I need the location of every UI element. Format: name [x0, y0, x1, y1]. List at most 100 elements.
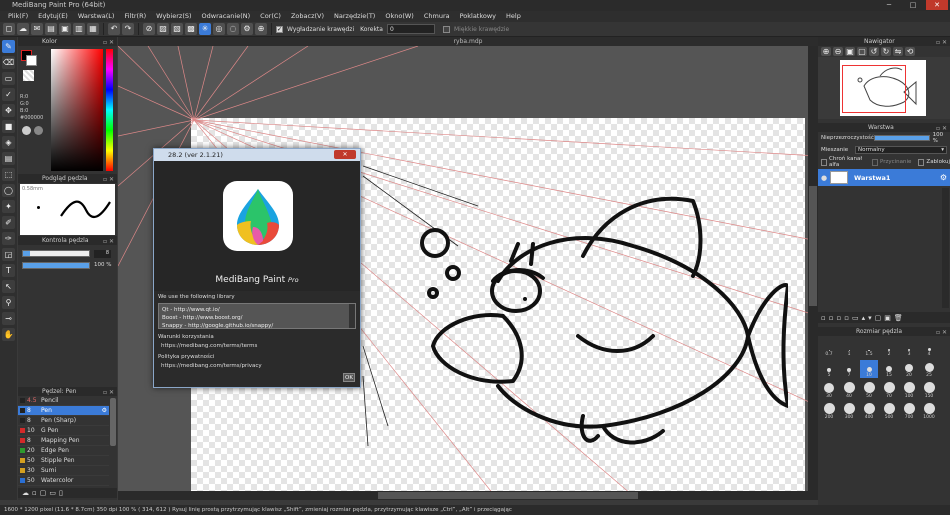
- brush-size-option[interactable]: 15: [880, 360, 898, 378]
- brush-size-option[interactable]: 25: [920, 360, 938, 378]
- fit-icon[interactable]: ▣: [845, 47, 855, 56]
- menu-select[interactable]: Wybierz(S): [151, 11, 196, 22]
- menu-edit[interactable]: Edytuj(E): [33, 11, 73, 22]
- open-icon[interactable]: ▤: [45, 23, 57, 35]
- snap-settings-icon[interactable]: ⚙: [241, 23, 253, 35]
- brush-size-option[interactable]: 300: [840, 402, 858, 420]
- color-swatch-bg[interactable]: [26, 55, 37, 66]
- brush-size-option[interactable]: 500: [880, 402, 898, 420]
- actual-size-icon[interactable]: ▢: [857, 47, 867, 56]
- menu-view[interactable]: Zobacz(V): [286, 11, 329, 22]
- canvas-tab[interactable]: ryba.mdp: [118, 37, 818, 46]
- merge-layer-icon[interactable]: ▣: [884, 314, 891, 322]
- brush-item[interactable]: 8 Pen (Sharp): [18, 416, 109, 426]
- layer-down-icon[interactable]: ▾: [868, 314, 872, 322]
- eye-icon[interactable]: ●: [818, 174, 830, 182]
- new-layer-icon[interactable]: ▫: [821, 314, 826, 322]
- menu-color[interactable]: Cor(C): [255, 11, 286, 22]
- snap-parallel-icon[interactable]: ▧: [171, 23, 183, 35]
- gradient-tool-icon[interactable]: ▤: [2, 152, 15, 165]
- rotate-right-icon[interactable]: ↻: [881, 47, 891, 56]
- brush-size-option[interactable]: 700: [900, 402, 918, 420]
- brush-add-icon[interactable]: ▫: [32, 489, 37, 497]
- privacy-link[interactable]: https://medibang.com/terms/privacy: [161, 363, 356, 369]
- dot-tool-icon[interactable]: ✓: [2, 88, 15, 101]
- brush-item[interactable]: 10 G Pen: [18, 426, 109, 436]
- panel-options-icon[interactable]: ▫ ✕: [936, 38, 947, 47]
- antialias-checkbox[interactable]: ✓: [276, 25, 283, 33]
- brush-item[interactable]: 20 Edge Pen: [18, 446, 109, 456]
- brush-size-option[interactable]: 4: [920, 339, 938, 357]
- brush-settings-icon[interactable]: ⚙: [102, 407, 107, 414]
- correction-select[interactable]: 0: [386, 24, 435, 34]
- new-folder-icon[interactable]: ▭: [852, 314, 859, 322]
- close-window-button[interactable]: ✕: [926, 0, 948, 10]
- brush-item[interactable]: 8 Mapping Pen: [18, 436, 109, 446]
- flip-icon[interactable]: ⇋: [893, 47, 903, 56]
- brush-folder-icon[interactable]: ▭: [49, 489, 56, 497]
- library-scrollbar[interactable]: [349, 304, 355, 328]
- color-picker-icon[interactable]: [22, 126, 31, 135]
- menu-tool[interactable]: Narzędzie(T): [329, 11, 380, 22]
- fill-rect-tool-icon[interactable]: ■: [2, 120, 15, 133]
- duplicate-layer-icon[interactable]: ▢: [875, 314, 882, 322]
- hand-tool-icon[interactable]: ✋: [2, 328, 15, 341]
- brush-size-option[interactable]: 3: [900, 339, 918, 357]
- brush-size-option[interactable]: 1000: [920, 402, 938, 420]
- brush-size-option[interactable]: 70: [880, 381, 898, 399]
- protect-alpha-checkbox[interactable]: [821, 158, 827, 166]
- new-1bit-layer-icon[interactable]: ▫: [844, 314, 849, 322]
- terms-link[interactable]: https://medibang.com/terms/terms: [161, 343, 356, 349]
- navigator-preview[interactable]: [818, 57, 950, 119]
- about-close-button[interactable]: ✕: [334, 150, 356, 159]
- menu-file[interactable]: Plik(F): [3, 11, 33, 22]
- bucket-tool-icon[interactable]: ◈: [2, 136, 15, 149]
- text-tool-icon[interactable]: T: [2, 264, 15, 277]
- lock-checkbox[interactable]: [918, 158, 925, 166]
- move-tool-icon[interactable]: ✥: [2, 104, 15, 117]
- brush-size-option[interactable]: 100: [900, 381, 918, 399]
- panel-options-icon[interactable]: ▫ ✕: [103, 175, 114, 184]
- menu-animation[interactable]: Poklatkowy: [455, 11, 501, 22]
- brush-item[interactable]: 50 Watercolor: [18, 476, 109, 486]
- layer-up-icon[interactable]: ▴: [862, 314, 866, 322]
- brush-item[interactable]: 8 Pen ⚙: [18, 406, 109, 416]
- brush-size-option[interactable]: 150: [920, 381, 938, 399]
- delete-layer-icon[interactable]: 🗑: [894, 314, 903, 322]
- menu-transform[interactable]: Odwracanie(N): [197, 11, 256, 22]
- export-icon[interactable]: ▥: [73, 23, 85, 35]
- brush-size-option[interactable]: 20: [900, 360, 918, 378]
- eyedropper2-tool-icon[interactable]: ⊸: [2, 312, 15, 325]
- menu-cloud[interactable]: Chmura: [419, 11, 455, 22]
- snap-radial-icon[interactable]: ✳: [199, 23, 211, 35]
- brush-size-option[interactable]: 1.5: [860, 339, 878, 357]
- snap-circle-icon[interactable]: ◎: [213, 23, 225, 35]
- brush-copy-icon[interactable]: ▢: [40, 489, 47, 497]
- brush-item[interactable]: 4.5 Pencil: [18, 396, 109, 406]
- snap-off-icon[interactable]: ▨: [157, 23, 169, 35]
- vscroll-thumb[interactable]: [809, 186, 817, 306]
- snap-curve-icon[interactable]: ◌: [227, 23, 239, 35]
- grid-icon[interactable]: ▦: [87, 23, 99, 35]
- cloud-icon[interactable]: ☁: [17, 23, 29, 35]
- lasso-tool-icon[interactable]: ◯: [2, 184, 15, 197]
- panel-options-icon[interactable]: ▫ ✕: [936, 328, 947, 337]
- magic-wand-tool-icon[interactable]: ✦: [2, 200, 15, 213]
- layer-list-scrollbar[interactable]: [942, 188, 949, 308]
- eyedropper-tool-icon[interactable]: ⚲: [2, 296, 15, 309]
- brush-item[interactable]: 50 Stipple Pen: [18, 456, 109, 466]
- brush-size-option[interactable]: 10: [860, 360, 878, 378]
- layer-blend-select[interactable]: Normalny ▾: [855, 146, 947, 154]
- about-ok-button[interactable]: OK: [343, 373, 355, 382]
- shape-tool-icon[interactable]: ▭: [2, 72, 15, 85]
- brush-opacity-slider[interactable]: [22, 262, 90, 269]
- undo-icon[interactable]: ↶: [108, 23, 120, 35]
- navigator-viewport-rect[interactable]: [842, 65, 906, 113]
- layer-opacity-slider[interactable]: [873, 135, 930, 141]
- snap-cross-icon[interactable]: ▩: [185, 23, 197, 35]
- transparent-swatch[interactable]: [23, 70, 34, 81]
- brush-size-option[interactable]: 400: [860, 402, 878, 420]
- brush-size-option[interactable]: 7: [840, 360, 858, 378]
- layer-settings-icon[interactable]: ⚙: [940, 173, 947, 182]
- brush-item[interactable]: 30 Sumi: [18, 466, 109, 476]
